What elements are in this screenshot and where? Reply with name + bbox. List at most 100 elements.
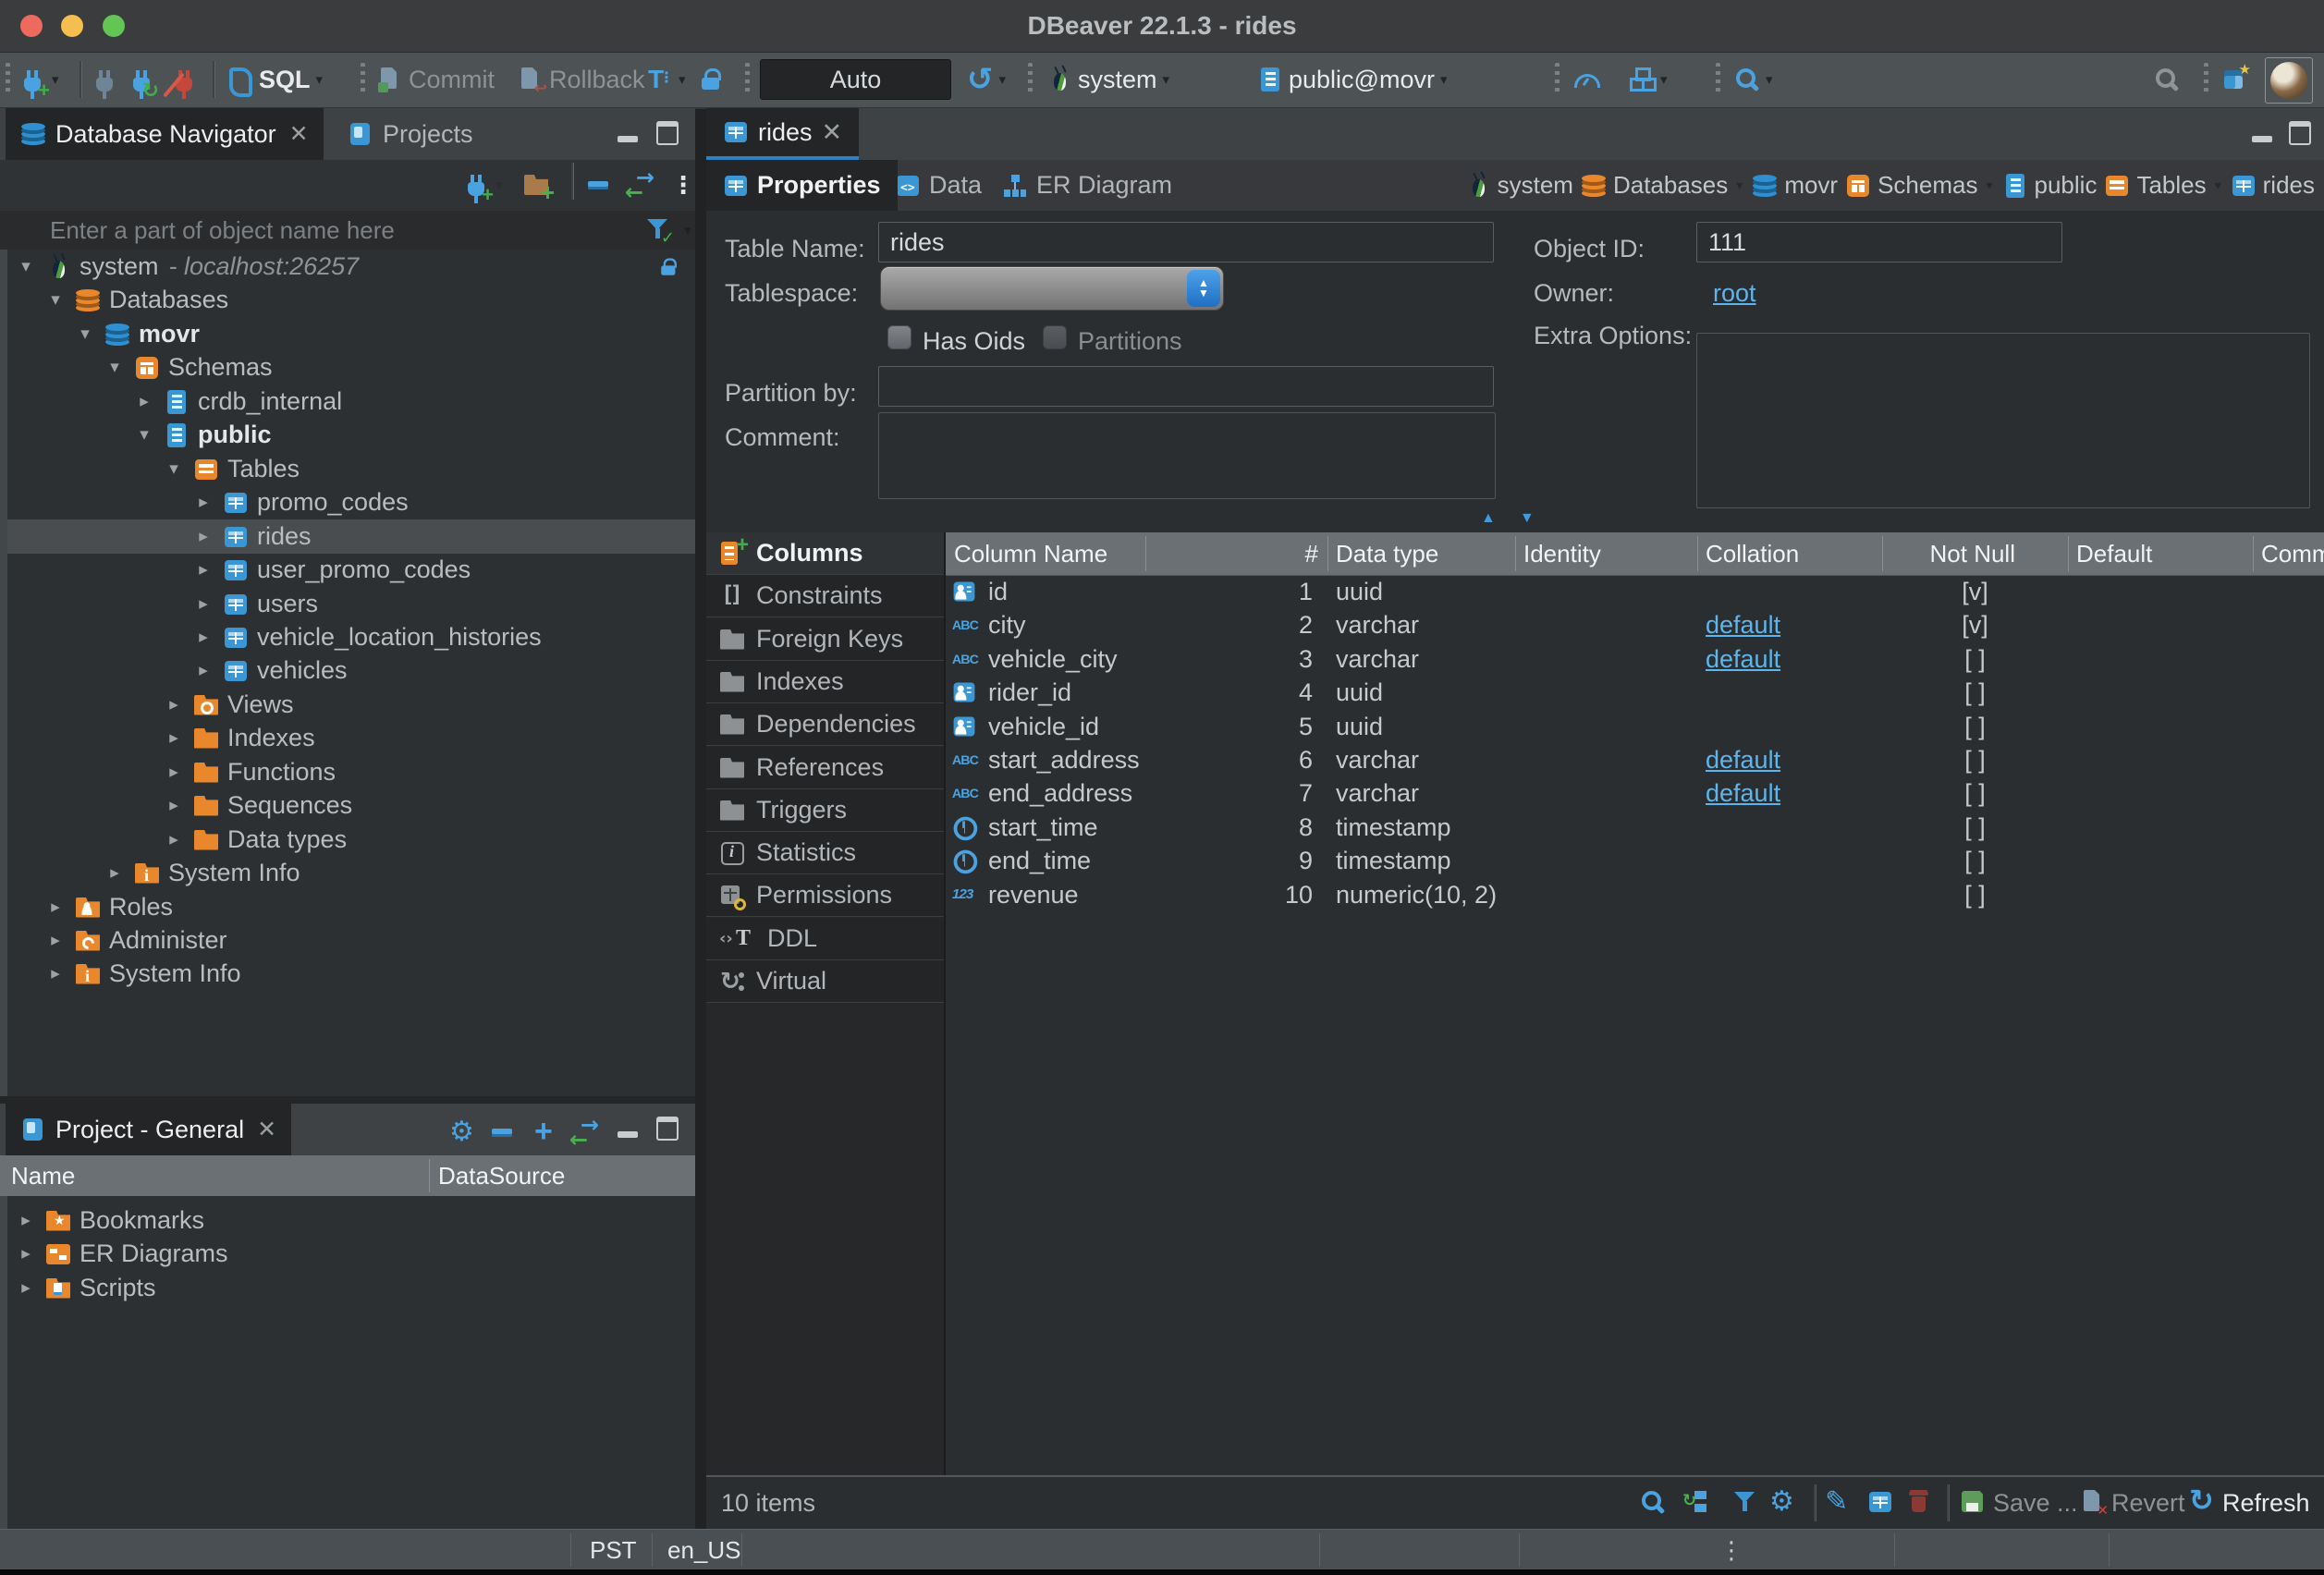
has-oids-checkbox[interactable] (887, 325, 911, 349)
breadcrumb-tables[interactable]: Tables▾ (2104, 171, 2222, 200)
column-resizer[interactable] (2253, 536, 2254, 571)
tree-item-administer[interactable]: ▸Administer (0, 923, 695, 958)
close-tab-icon[interactable]: ✕ (257, 1116, 276, 1143)
tab-project-general[interactable]: Project - General ✕ (6, 1104, 291, 1155)
tree-item-indexes[interactable]: ▸Indexes (0, 721, 695, 755)
side-tab-permissions[interactable]: Permissions (706, 874, 944, 917)
side-tab-ddl[interactable]: DDL (706, 918, 944, 960)
minimize-panel-button[interactable] (618, 1126, 638, 1142)
tree-expander-icon[interactable]: ▸ (15, 1277, 37, 1299)
tree-expander-icon[interactable]: ▸ (133, 391, 155, 412)
breadcrumb-rides[interactable]: rides (2231, 171, 2315, 200)
transaction-log-button[interactable]: ▾ (647, 60, 725, 99)
revert-button[interactable]: Revert (2111, 1489, 2185, 1518)
tree-expander-icon[interactable]: ▾ (104, 357, 126, 378)
editor-tab-rides[interactable]: rides ✕ (706, 108, 859, 160)
minimize-panel-button[interactable] (618, 130, 638, 147)
object-filter-input[interactable] (48, 213, 569, 248)
tree-item-roles[interactable]: ▸Roles (0, 890, 695, 924)
tree-expander-icon[interactable]: ▸ (192, 593, 214, 615)
tree-item-user-promo-codes[interactable]: ▸user_promo_codes (0, 553, 695, 587)
view-menu-button[interactable]: ⋮ (671, 165, 695, 204)
rollback-button[interactable]: Rollback (518, 60, 645, 99)
commit-mode-value[interactable]: Auto (760, 59, 951, 100)
chevron-down-icon[interactable]: ▾ (684, 222, 691, 238)
maximize-panel-button[interactable] (656, 1117, 679, 1145)
connect-button[interactable] (92, 60, 118, 99)
grid-filter-icon[interactable] (1732, 1489, 1758, 1515)
tab-projects[interactable]: Projects (333, 108, 488, 160)
grid-row-city[interactable]: city2varchardefault[v] (946, 608, 2324, 642)
side-tab-indexes[interactable]: Indexes (706, 661, 944, 703)
locale-indicator[interactable]: en_US (667, 1536, 741, 1565)
maximize-editor-button[interactable] (2289, 121, 2311, 150)
tree-expander-icon[interactable]: ▸ (15, 1210, 37, 1231)
commit-mode-select[interactable]: Auto (760, 60, 951, 99)
subtab-properties[interactable]: Properties (706, 160, 898, 211)
tree-item-functions[interactable]: ▸Functions (0, 755, 695, 789)
save-button[interactable]: Save ... (1993, 1489, 2078, 1518)
partition-by-input[interactable] (878, 366, 1494, 407)
history-button[interactable]: ↺ ▾ (967, 60, 1006, 99)
tree-expander-icon[interactable]: ▸ (192, 627, 214, 648)
tree-expander-icon[interactable]: ▸ (44, 897, 67, 918)
grid-column-header-not-null[interactable]: Not Null (1882, 540, 2068, 568)
user-profile-button[interactable] (2265, 57, 2313, 104)
splitter-collapse-icons[interactable]: ▲▼ (1481, 510, 1559, 527)
tree-expander-icon[interactable]: ▸ (104, 862, 126, 884)
tree-expander-icon[interactable]: ▾ (133, 424, 155, 446)
tree-expander-icon[interactable]: ▸ (163, 727, 185, 749)
tree-expander-icon[interactable]: ▾ (163, 458, 185, 480)
chevron-down-icon[interactable]: ▾ (1736, 177, 1743, 193)
tree-item-vehicle-location-histories[interactable]: ▸vehicle_location_histories (0, 620, 695, 654)
grid-row-revenue[interactable]: revenue10numeric(10, 2)[ ] (946, 878, 2324, 912)
delete-icon[interactable] (1906, 1489, 1932, 1515)
tree-item-sequences[interactable]: ▸Sequences (0, 788, 695, 823)
grid-row-end_time[interactable]: end_time9timestamp[ ] (946, 844, 2324, 878)
tree-expander-icon[interactable]: ▾ (15, 256, 37, 277)
tree-expander-icon[interactable]: ▸ (163, 829, 185, 850)
tree-item-schemas[interactable]: ▾Schemas (0, 350, 695, 385)
panel-splitter[interactable] (0, 1096, 695, 1104)
timezone-indicator[interactable]: PST (590, 1536, 637, 1565)
tree-item-tables[interactable]: ▾Tables (0, 452, 695, 486)
grid-row-end_address[interactable]: end_address7varchardefault[ ] (946, 776, 2324, 811)
db-search-button[interactable]: ▾ (1734, 60, 1773, 99)
project-item-scripts[interactable]: ▸Scripts (0, 1271, 695, 1305)
breadcrumb-databases[interactable]: Databases▾ (1581, 171, 1744, 200)
tasks-button[interactable]: ▾ (1629, 60, 1668, 99)
grid-row-start_time[interactable]: start_time8timestamp[ ] (946, 811, 2324, 845)
tree-expander-icon[interactable]: ▸ (163, 694, 185, 715)
column-resizer[interactable] (2068, 536, 2069, 571)
grid-column-header-identity[interactable]: Identity (1515, 540, 1697, 568)
tree-item-users[interactable]: ▸users (0, 587, 695, 621)
tree-item-system-info[interactable]: ▸System Info (0, 957, 695, 991)
project-expand-button[interactable] (532, 1113, 558, 1152)
tree-expander-icon[interactable]: ▸ (192, 492, 214, 513)
extra-options-textarea[interactable] (1696, 333, 2310, 508)
column-resizer[interactable] (1327, 536, 1328, 571)
table-name-input[interactable] (878, 222, 1494, 262)
close-tab-icon[interactable]: ✕ (822, 118, 843, 147)
side-tab-references[interactable]: References (706, 747, 944, 789)
chevron-down-icon[interactable]: ▾ (1440, 71, 1448, 88)
grid-row-vehicle_id[interactable]: vehicle_id5uuid[ ] (946, 710, 2324, 744)
tree-item-system[interactable]: ▾system - localhost:26257 (0, 250, 695, 284)
tree-item-databases[interactable]: ▾Databases (0, 283, 695, 317)
project-settings-button[interactable]: ⚙ (449, 1113, 474, 1152)
tree-item-public[interactable]: ▾public (0, 418, 695, 452)
quick-search-button[interactable] (2154, 60, 2180, 99)
grid-settings-gear-icon[interactable]: ⚙ (1769, 1489, 1794, 1515)
tablespace-select[interactable]: ▲▼ (880, 266, 1224, 311)
tree-expander-icon[interactable]: ▾ (74, 324, 96, 345)
commit-button[interactable]: Commit (377, 60, 495, 99)
breadcrumb-public[interactable]: public (2002, 171, 2098, 200)
grid-row-vehicle_city[interactable]: vehicle_city3varchardefault[ ] (946, 642, 2324, 677)
column-resizer[interactable] (1697, 536, 1698, 571)
chevron-down-icon[interactable]: ▾ (52, 71, 59, 88)
tree-item-crdb-internal[interactable]: ▸crdb_internal (0, 385, 695, 419)
dashboard-button[interactable] (1573, 60, 1599, 99)
tab-database-navigator[interactable]: Database Navigator ✕ (6, 108, 324, 160)
chevron-down-icon[interactable]: ▾ (495, 177, 503, 193)
tree-expander-icon[interactable]: ▸ (192, 660, 214, 681)
